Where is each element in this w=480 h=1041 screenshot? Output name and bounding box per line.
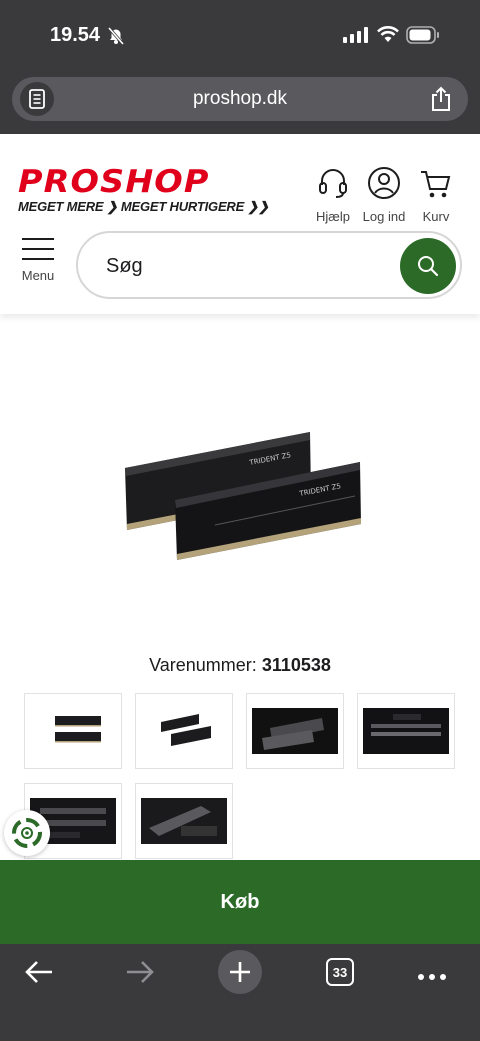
buy-label: Køb [220,890,260,913]
sku-value: 3110538 [261,655,331,675]
cart-icon [419,171,453,204]
cart-label: Kurv [422,209,450,224]
user-icon [367,167,401,204]
new-tab-button[interactable] [218,950,262,994]
forward-arrow-icon[interactable] [125,960,155,989]
site-header: PROSHOP MEGET MERE ❯ MEGET HURTIGERE ❯❯ … [0,134,480,314]
bell-slash-icon [106,26,126,51]
browser-top-chrome: 19.54 proshop.dk [0,0,480,134]
thumbnail-3[interactable] [246,693,344,769]
buy-button[interactable]: Køb [0,860,480,944]
proshop-logo[interactable]: PROSHOP MEGET MERE ❯ MEGET HURTIGERE ❯❯ [18,166,308,215]
status-time: 19.54 [50,24,101,46]
logo-tagline: MEGET MERE ❯ MEGET HURTIGERE ❯❯ [18,199,269,214]
share-icon[interactable] [430,86,452,117]
sku-label: Varenummer: [149,655,257,675]
login-label: Log ind [362,209,406,224]
search-icon [418,256,439,277]
menu-button[interactable]: Menu [18,238,58,283]
thumbnail-1[interactable] [24,693,122,769]
recycle-icon [12,818,42,848]
hamburger-icon-bar [22,248,54,250]
headset-icon [317,169,349,204]
plus-icon [230,962,250,982]
battery-icon [406,26,440,49]
tabs-count-button[interactable]: 33 [326,958,354,986]
signal-icon [343,27,369,48]
search-input[interactable]: Søg [76,231,462,299]
address-bar[interactable]: proshop.dk [12,77,468,121]
sku-line: Varenummer: 3110538 [0,655,480,676]
thumbnail-2[interactable] [135,693,233,769]
hamburger-icon [22,238,54,240]
url-text[interactable]: proshop.dk [12,88,468,110]
logo-wordmark: PROSHOP [18,164,210,200]
thumbnail-4[interactable] [357,693,455,769]
more-options-icon[interactable] [417,968,447,986]
search-placeholder: Søg [106,255,143,277]
eco-badge-button[interactable] [4,810,50,856]
search-button[interactable] [400,238,456,294]
menu-label: Menu [21,268,55,283]
wifi-icon [376,25,400,48]
cart-button[interactable]: Kurv [406,166,466,224]
browser-bottom-toolbar: 33 [0,944,480,1041]
login-button[interactable]: Log ind [354,166,414,224]
product-image[interactable]: TRIDENT Z5 TRIDENT Z5 [115,420,370,580]
back-arrow-icon[interactable] [24,960,54,989]
hamburger-icon-bar [22,258,54,260]
thumbnail-6[interactable] [135,783,233,859]
